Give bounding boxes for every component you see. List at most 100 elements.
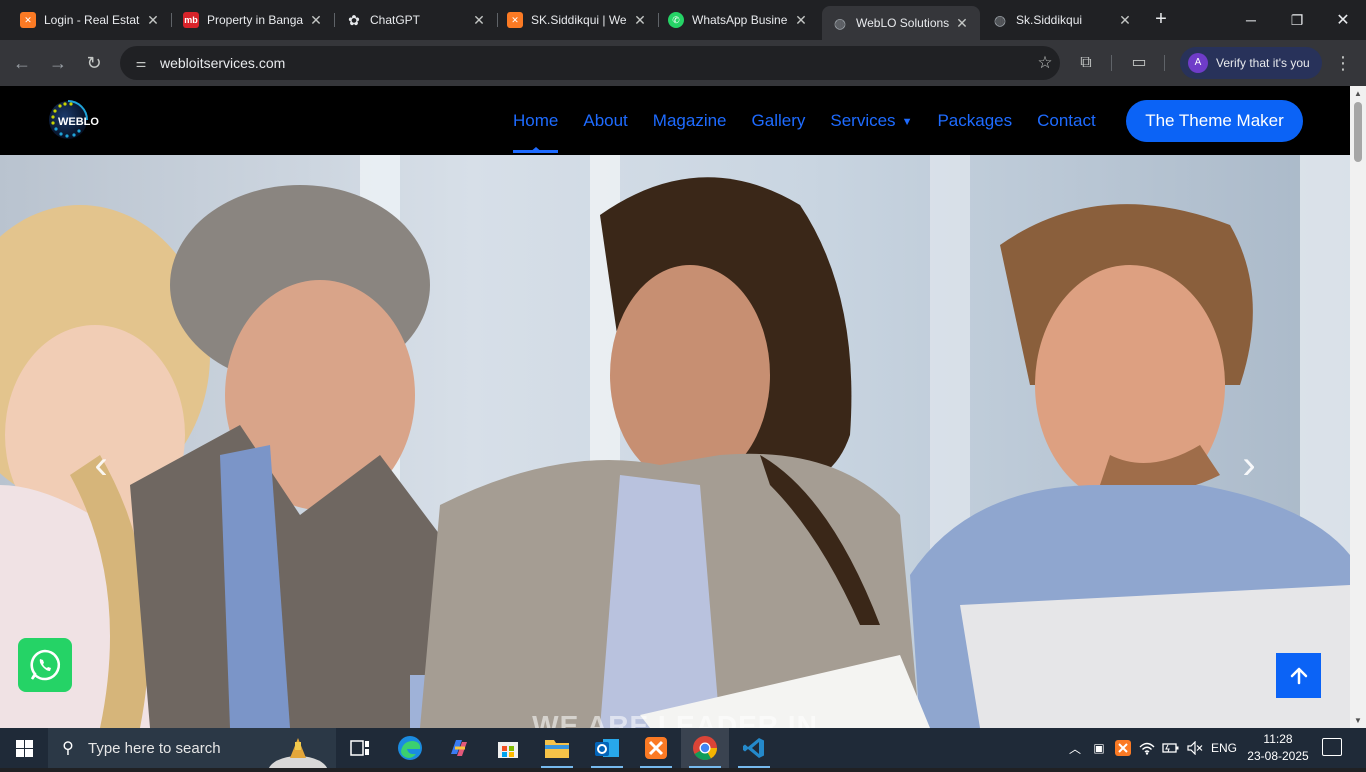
- clock-time: 11:28: [1263, 732, 1293, 746]
- xampp-icon[interactable]: [632, 728, 680, 768]
- edge-icon[interactable]: [386, 728, 434, 768]
- tab-title: WebLO Solutions: [856, 16, 950, 30]
- address-bar[interactable]: ⚌ webloitservices.com ☆: [120, 46, 1060, 80]
- weblo-logo[interactable]: WEBLO: [48, 98, 114, 142]
- media-cast-icon[interactable]: ▭: [1128, 52, 1150, 74]
- globe-icon: ◍: [993, 11, 1007, 28]
- openai-icon: ✿: [348, 11, 360, 28]
- site-info-icon[interactable]: ⚌: [132, 54, 150, 72]
- forward-button[interactable]: →: [46, 51, 70, 75]
- nav-contact[interactable]: Contact: [1037, 111, 1096, 131]
- scrollbar-thumb[interactable]: [1354, 102, 1362, 162]
- show-hidden-icons-chevron[interactable]: ︿: [1064, 728, 1086, 768]
- restore-window-button[interactable]: ❐: [1274, 0, 1320, 40]
- new-tab-button[interactable]: +: [1150, 8, 1172, 30]
- nav-packages[interactable]: Packages: [937, 111, 1012, 131]
- verify-text: Verify that it's you: [1216, 56, 1310, 70]
- chrome-icon[interactable]: [681, 728, 729, 768]
- nav-services[interactable]: Services ▼: [830, 111, 912, 131]
- nav-services-label: Services: [830, 110, 896, 130]
- clock-date: 23-08-2025: [1247, 749, 1309, 763]
- hero-photo: [0, 155, 1350, 728]
- browser-toolbar: ← → ↻ ⚌ webloitservices.com ☆ ⧉ ▭ A Veri…: [0, 40, 1366, 86]
- hero-caption: WE ARE LEADER IN: [532, 710, 818, 728]
- wifi-icon[interactable]: [1136, 728, 1158, 768]
- nav-about[interactable]: About: [583, 111, 627, 131]
- tab-sk-siddikqui-web[interactable]: ✕ SK.Siddikqui | We ✕: [487, 0, 658, 40]
- scroll-up-arrow-icon[interactable]: ▲: [1353, 89, 1363, 98]
- search-highlight-illustration: [268, 732, 328, 772]
- toolbar-divider: [1164, 55, 1165, 71]
- url-text[interactable]: webloitservices.com: [160, 55, 1030, 71]
- close-window-button[interactable]: ✕: [1320, 0, 1366, 40]
- xampp-icon: ✕: [20, 12, 36, 28]
- taskbar-search-box[interactable]: ⚲ Type here to search: [48, 728, 336, 772]
- nav-home[interactable]: Home: [513, 111, 559, 153]
- tab-weblo-solutions[interactable]: ◍ WebLO Solutions ✕: [822, 6, 980, 40]
- arrow-up-icon: [1290, 667, 1307, 684]
- carousel-prev-button[interactable]: ‹: [86, 445, 116, 485]
- close-tab-icon[interactable]: ✕: [471, 12, 487, 29]
- outlook-icon[interactable]: [583, 728, 631, 768]
- input-language-indicator[interactable]: ENG: [1208, 728, 1240, 768]
- close-tab-icon[interactable]: ✕: [145, 12, 161, 29]
- nav-magazine[interactable]: Magazine: [653, 111, 727, 131]
- bookmark-star-icon[interactable]: ☆: [1030, 53, 1060, 73]
- web-page: WEBLO Home About Magazine Gallery Servic…: [0, 86, 1350, 728]
- reload-button[interactable]: ↻: [82, 51, 106, 75]
- main-navigation: Home About Magazine Gallery Services ▼ Pa…: [513, 86, 1121, 155]
- scroll-down-arrow-icon[interactable]: ▼: [1353, 716, 1363, 725]
- close-tab-icon[interactable]: ✕: [1117, 12, 1133, 29]
- globe-icon: ◍: [833, 14, 847, 31]
- notification-center-icon[interactable]: [1322, 738, 1342, 756]
- theme-maker-button[interactable]: The Theme Maker: [1126, 100, 1303, 142]
- close-tab-icon[interactable]: ✕: [793, 12, 809, 29]
- whatsapp-icon: [30, 649, 61, 681]
- carousel-next-button[interactable]: ›: [1234, 445, 1264, 485]
- tab-title: ChatGPT: [370, 13, 421, 27]
- page-scrollbar[interactable]: ▲ ▼: [1350, 86, 1366, 728]
- minimize-window-button[interactable]: ─: [1228, 0, 1274, 40]
- windows-taskbar: ⚲ Type here to search ︿ ▣ ENG 11:28 23-0…: [0, 728, 1366, 772]
- extensions-icon[interactable]: ⧉: [1075, 52, 1097, 74]
- close-tab-icon[interactable]: ✕: [954, 15, 970, 32]
- tab-property-in-bangalore[interactable]: mb Property in Banga ✕: [163, 0, 334, 40]
- browser-tab-strip: ✕ Login - Real Estat ✕ mb Property in Ba…: [0, 0, 1366, 40]
- store-icon[interactable]: [484, 728, 532, 768]
- chrome-menu-icon[interactable]: ⋮: [1334, 52, 1352, 74]
- meet-now-icon[interactable]: ▣: [1088, 728, 1110, 768]
- tab-title: Login - Real Estat: [44, 13, 140, 27]
- search-placeholder: Type here to search: [88, 739, 221, 757]
- profile-verify-chip[interactable]: A Verify that it's you: [1180, 47, 1322, 79]
- file-explorer-icon[interactable]: [533, 728, 581, 768]
- tab-title: SK.Siddikqui | We: [531, 13, 627, 27]
- start-button[interactable]: [0, 728, 48, 768]
- scroll-to-top-button[interactable]: [1276, 653, 1321, 698]
- taskbar-clock[interactable]: 11:28 23-08-2025: [1244, 731, 1312, 765]
- nav-gallery[interactable]: Gallery: [752, 111, 806, 131]
- tab-sk-siddikqui[interactable]: ◍ Sk.Siddikqui ✕: [972, 0, 1143, 40]
- tab-title: WhatsApp Busine: [692, 13, 788, 27]
- site-header: WEBLO Home About Magazine Gallery Servic…: [0, 86, 1350, 155]
- copilot-icon[interactable]: [435, 728, 483, 768]
- back-button[interactable]: ←: [10, 51, 34, 75]
- volume-muted-icon[interactable]: [1184, 728, 1206, 768]
- tab-login-real-estate[interactable]: ✕ Login - Real Estat ✕: [0, 0, 171, 40]
- windows-logo-icon: [15, 739, 33, 757]
- hero-carousel: ‹ › WE ARE LEADER IN: [0, 155, 1350, 728]
- close-tab-icon[interactable]: ✕: [308, 12, 324, 29]
- profile-avatar: A: [1188, 53, 1208, 73]
- task-view-icon[interactable]: [336, 728, 384, 768]
- logo-wordmark: WEBLO: [58, 116, 99, 128]
- whatsapp-chat-button[interactable]: [18, 638, 72, 692]
- battery-icon[interactable]: [1160, 728, 1182, 768]
- whatsapp-icon: ✆: [668, 12, 684, 28]
- search-icon: ⚲: [62, 740, 74, 757]
- vscode-icon[interactable]: [730, 728, 778, 768]
- tab-title: Sk.Siddikqui: [1016, 13, 1083, 27]
- close-tab-icon[interactable]: ✕: [632, 12, 648, 29]
- tab-chatgpt[interactable]: ✿ ChatGPT ✕: [326, 0, 497, 40]
- xampp-tray-icon[interactable]: [1112, 728, 1134, 768]
- chevron-down-icon: ▼: [901, 115, 913, 128]
- tab-whatsapp-business[interactable]: ✆ WhatsApp Busine ✕: [648, 0, 819, 40]
